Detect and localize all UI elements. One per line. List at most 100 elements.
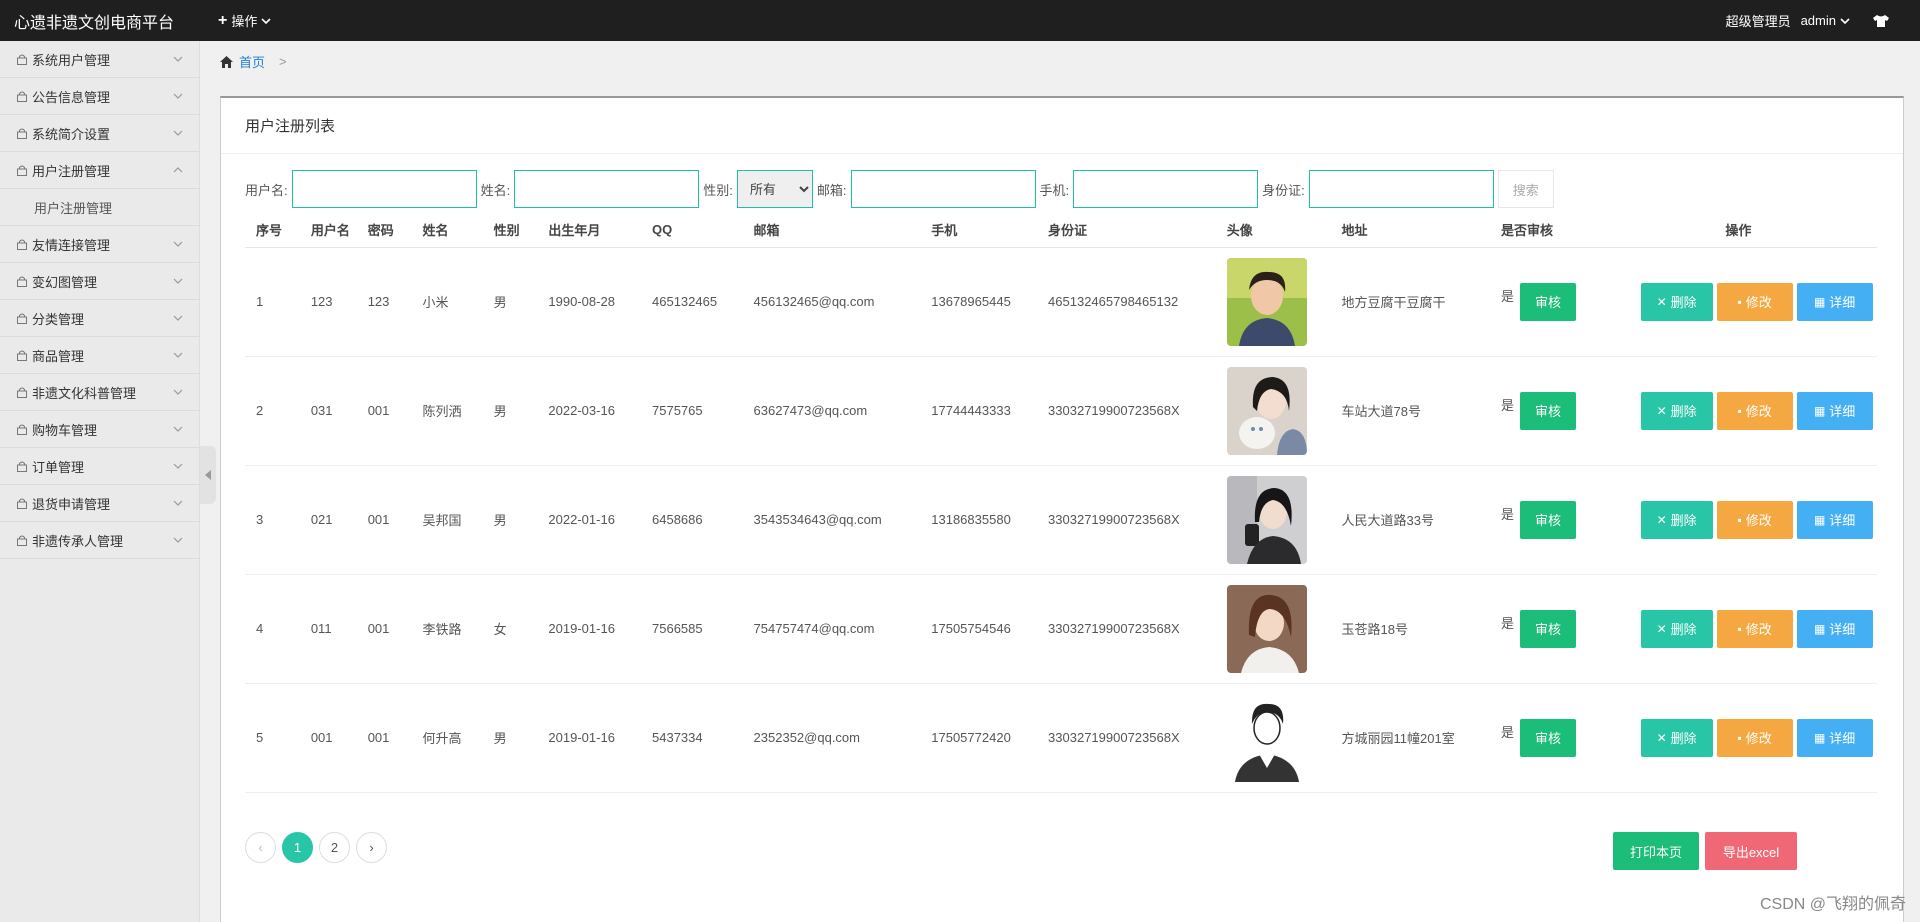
- search-filter-bar: 用户名: 姓名: 性别: 所有 邮箱: 手机: 身份证: 搜索: [245, 170, 1554, 208]
- operations-menu[interactable]: + 操作: [218, 11, 271, 30]
- column-header: 是否审核: [1489, 213, 1600, 248]
- name-filter-label: 姓名:: [480, 182, 511, 198]
- audit-button[interactable]: 审核: [1519, 718, 1576, 757]
- cell-birth: 1990-08-28: [537, 247, 641, 357]
- cell-username: 001: [299, 683, 357, 793]
- sidebar-item-4[interactable]: 友情连接管理: [0, 226, 199, 263]
- cell-email: 2352352@qq.com: [742, 683, 921, 793]
- sidebar-item-12[interactable]: 非遗传承人管理: [0, 522, 199, 559]
- idcard-filter-input[interactable]: [1308, 170, 1494, 208]
- delete-label: 删除: [1670, 731, 1697, 746]
- audited-value: 是: [1500, 398, 1514, 413]
- name-filter-input[interactable]: [514, 170, 700, 208]
- sidebar-item-5[interactable]: 变幻图管理: [0, 263, 199, 300]
- cell-no: 4: [245, 574, 300, 684]
- theme-shirt-icon[interactable]: [1872, 14, 1890, 28]
- print-page-button[interactable]: 打印本页: [1613, 832, 1699, 870]
- cell-gender: 男: [482, 465, 538, 575]
- delete-button[interactable]: ✕ 删除: [1640, 609, 1713, 648]
- cell-gender: 男: [482, 247, 538, 357]
- delete-button[interactable]: ✕ 删除: [1640, 282, 1713, 321]
- column-header: 出生年月: [537, 213, 641, 248]
- sidebar-item-label: 分类管理: [32, 311, 85, 327]
- close-icon: ✕: [1656, 512, 1667, 527]
- column-header: 密码: [356, 213, 412, 248]
- user-menu[interactable]: admin: [1801, 13, 1850, 28]
- detail-button[interactable]: ▦ 详细: [1796, 391, 1873, 430]
- avatar: [1226, 584, 1307, 673]
- edit-label: 修改: [1745, 404, 1772, 419]
- delete-button[interactable]: ✕ 删除: [1640, 500, 1713, 539]
- edit-button[interactable]: ▪ 修改: [1716, 609, 1793, 648]
- cell-phone: 17505772420: [920, 683, 1038, 793]
- detail-label: 详细: [1829, 622, 1856, 637]
- cell-idcard: 33032719900723568X: [1037, 465, 1216, 575]
- audit-button[interactable]: 审核: [1519, 282, 1576, 321]
- user-table: 序号 用户名 密码 姓名 性别 出生年月 QQ 邮箱 手机 身份证 头像 地址 是否审核 操作 1 123 1…: [245, 213, 1877, 793]
- cell-gender: 男: [482, 356, 538, 466]
- sidebar-subitem[interactable]: 用户注册管理: [0, 189, 199, 226]
- detail-button[interactable]: ▦ 详细: [1796, 718, 1873, 757]
- sidebar-item-label: 非遗传承人管理: [32, 533, 124, 549]
- sidebar-item-11[interactable]: 退货申请管理: [0, 485, 199, 522]
- cell-phone: 13186835580: [920, 465, 1038, 575]
- audit-button[interactable]: 审核: [1519, 500, 1576, 539]
- operations-label: 操作: [231, 14, 258, 29]
- detail-button[interactable]: ▦ 详细: [1796, 500, 1873, 539]
- pagination-prev-button[interactable]: ‹: [245, 832, 276, 863]
- column-header: 性别: [482, 213, 538, 248]
- phone-filter-label: 手机:: [1039, 182, 1070, 198]
- sidebar-item-7[interactable]: 商品管理: [0, 337, 199, 374]
- phone-filter-input[interactable]: [1073, 170, 1259, 208]
- cell-idcard: 465132465798465132: [1037, 247, 1216, 357]
- sidebar-item-label: 公告信息管理: [32, 89, 111, 105]
- sidebar-item-8[interactable]: 非遗文化科普管理: [0, 374, 199, 411]
- export-excel-button[interactable]: 导出excel: [1705, 832, 1797, 870]
- sidebar-item-2[interactable]: 系统简介设置: [0, 115, 199, 152]
- cell-name: 陈列洒: [411, 356, 483, 466]
- audit-button[interactable]: 审核: [1519, 391, 1576, 430]
- detail-button[interactable]: ▦ 详细: [1796, 609, 1873, 648]
- sidebar-item-10[interactable]: 订单管理: [0, 448, 199, 485]
- avatar: [1226, 475, 1307, 564]
- gender-filter-select[interactable]: 所有: [736, 170, 813, 208]
- cell-username: 031: [299, 356, 357, 466]
- username-label: admin: [1800, 13, 1836, 28]
- search-button[interactable]: 搜索: [1497, 170, 1554, 208]
- email-filter-input[interactable]: [850, 170, 1036, 208]
- sidebar-item-0[interactable]: 系统用户管理: [0, 41, 199, 78]
- pagination-next-button[interactable]: ›: [356, 832, 387, 863]
- cell-avatar: [1215, 574, 1331, 684]
- lock-icon: [17, 387, 27, 398]
- audit-button[interactable]: 审核: [1519, 609, 1576, 648]
- cell-qq: 7575765: [641, 356, 743, 466]
- cell-address: 车站大道78号: [1330, 356, 1490, 466]
- edit-button[interactable]: ▪ 修改: [1716, 391, 1793, 430]
- sidebar-item-9[interactable]: 购物车管理: [0, 411, 199, 448]
- table-row: 4 011 001 李铁路女 2019-01-16 7566585 754757474@qq…: [245, 574, 1877, 684]
- username-filter-input[interactable]: [291, 170, 477, 208]
- chevron-down-icon: [173, 315, 183, 321]
- breadcrumb-home-link[interactable]: 首页: [239, 52, 265, 71]
- edit-button[interactable]: ▪ 修改: [1716, 282, 1793, 321]
- grid-icon: ▦: [1813, 403, 1826, 418]
- sidebar-item-1[interactable]: 公告信息管理: [0, 78, 199, 115]
- pagination-page-1[interactable]: 1: [282, 832, 313, 863]
- sidebar-collapse-handle[interactable]: [200, 446, 216, 504]
- sidebar-item-6[interactable]: 分类管理: [0, 300, 199, 337]
- lock-icon: [17, 535, 27, 546]
- detail-button[interactable]: ▦ 详细: [1796, 282, 1873, 321]
- lock-icon: [17, 239, 27, 250]
- edit-button[interactable]: ▪ 修改: [1716, 500, 1793, 539]
- edit-button[interactable]: ▪ 修改: [1716, 718, 1793, 757]
- cell-avatar: [1215, 465, 1331, 575]
- cell-phone: 17505754546: [920, 574, 1038, 684]
- sidebar-item-label: 友情连接管理: [32, 237, 111, 253]
- delete-button[interactable]: ✕ 删除: [1640, 391, 1713, 430]
- pagination-page-2[interactable]: 2: [319, 832, 350, 863]
- delete-button[interactable]: ✕ 删除: [1640, 718, 1713, 757]
- close-icon: ✕: [1656, 403, 1667, 418]
- sidebar-item-3[interactable]: 用户注册管理: [0, 152, 199, 189]
- cell-gender: 女: [482, 574, 538, 684]
- close-icon: ✕: [1656, 621, 1667, 636]
